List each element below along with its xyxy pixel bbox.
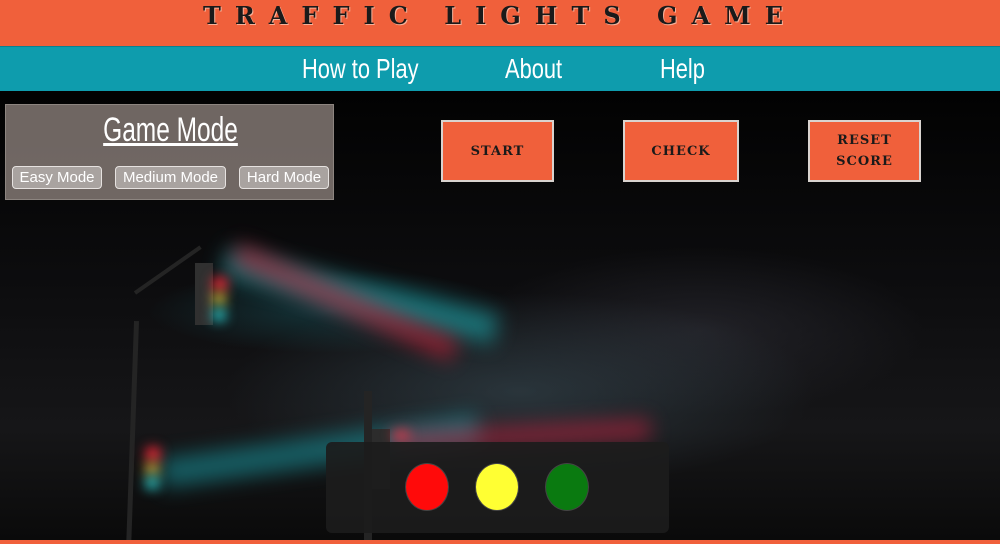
start-button[interactable]: Start: [441, 120, 554, 182]
check-button-label: Check: [651, 143, 711, 159]
signal-glow-cyan: [145, 477, 159, 489]
hard-mode-button[interactable]: Hard Mode: [239, 166, 329, 189]
signal-glow-red: [145, 447, 161, 461]
reset-score-button[interactable]: Reset Score: [808, 120, 921, 182]
easy-mode-button[interactable]: Easy Mode: [12, 166, 102, 189]
page-title: Traffic Lights Game: [203, 1, 797, 30]
nav-bar: How to Play About Help: [0, 46, 1000, 91]
traffic-pole: [133, 245, 202, 295]
traffic-light-box: [326, 442, 669, 533]
nav-about[interactable]: About: [505, 53, 562, 85]
signal-glow-red: [212, 277, 228, 291]
check-button[interactable]: Check: [623, 120, 739, 182]
nav-help[interactable]: Help: [660, 53, 705, 85]
traffic-pole: [125, 320, 140, 541]
red-light[interactable]: [405, 463, 449, 511]
green-light[interactable]: [545, 463, 589, 511]
game-mode-panel: Game Mode Easy Mode Medium Mode Hard Mod…: [5, 104, 334, 200]
game-mode-title: Game Mode: [103, 111, 238, 149]
nav-how-to-play[interactable]: How to Play: [302, 53, 419, 85]
signal-glow-yellow: [212, 293, 226, 305]
reset-button-label-line2: Score: [836, 154, 893, 169]
yellow-light[interactable]: [475, 463, 519, 511]
signal-glow-yellow: [145, 463, 159, 475]
medium-mode-button[interactable]: Medium Mode: [115, 166, 226, 189]
signal-glow-cyan: [212, 309, 226, 321]
footer-strip: [0, 540, 1000, 544]
reset-button-label-line1: Reset: [837, 133, 892, 148]
start-button-label: Start: [470, 143, 525, 159]
signal-glow-red: [392, 431, 410, 439]
traffic-pole: [195, 263, 213, 325]
title-bar: Traffic Lights Game: [0, 0, 1000, 46]
